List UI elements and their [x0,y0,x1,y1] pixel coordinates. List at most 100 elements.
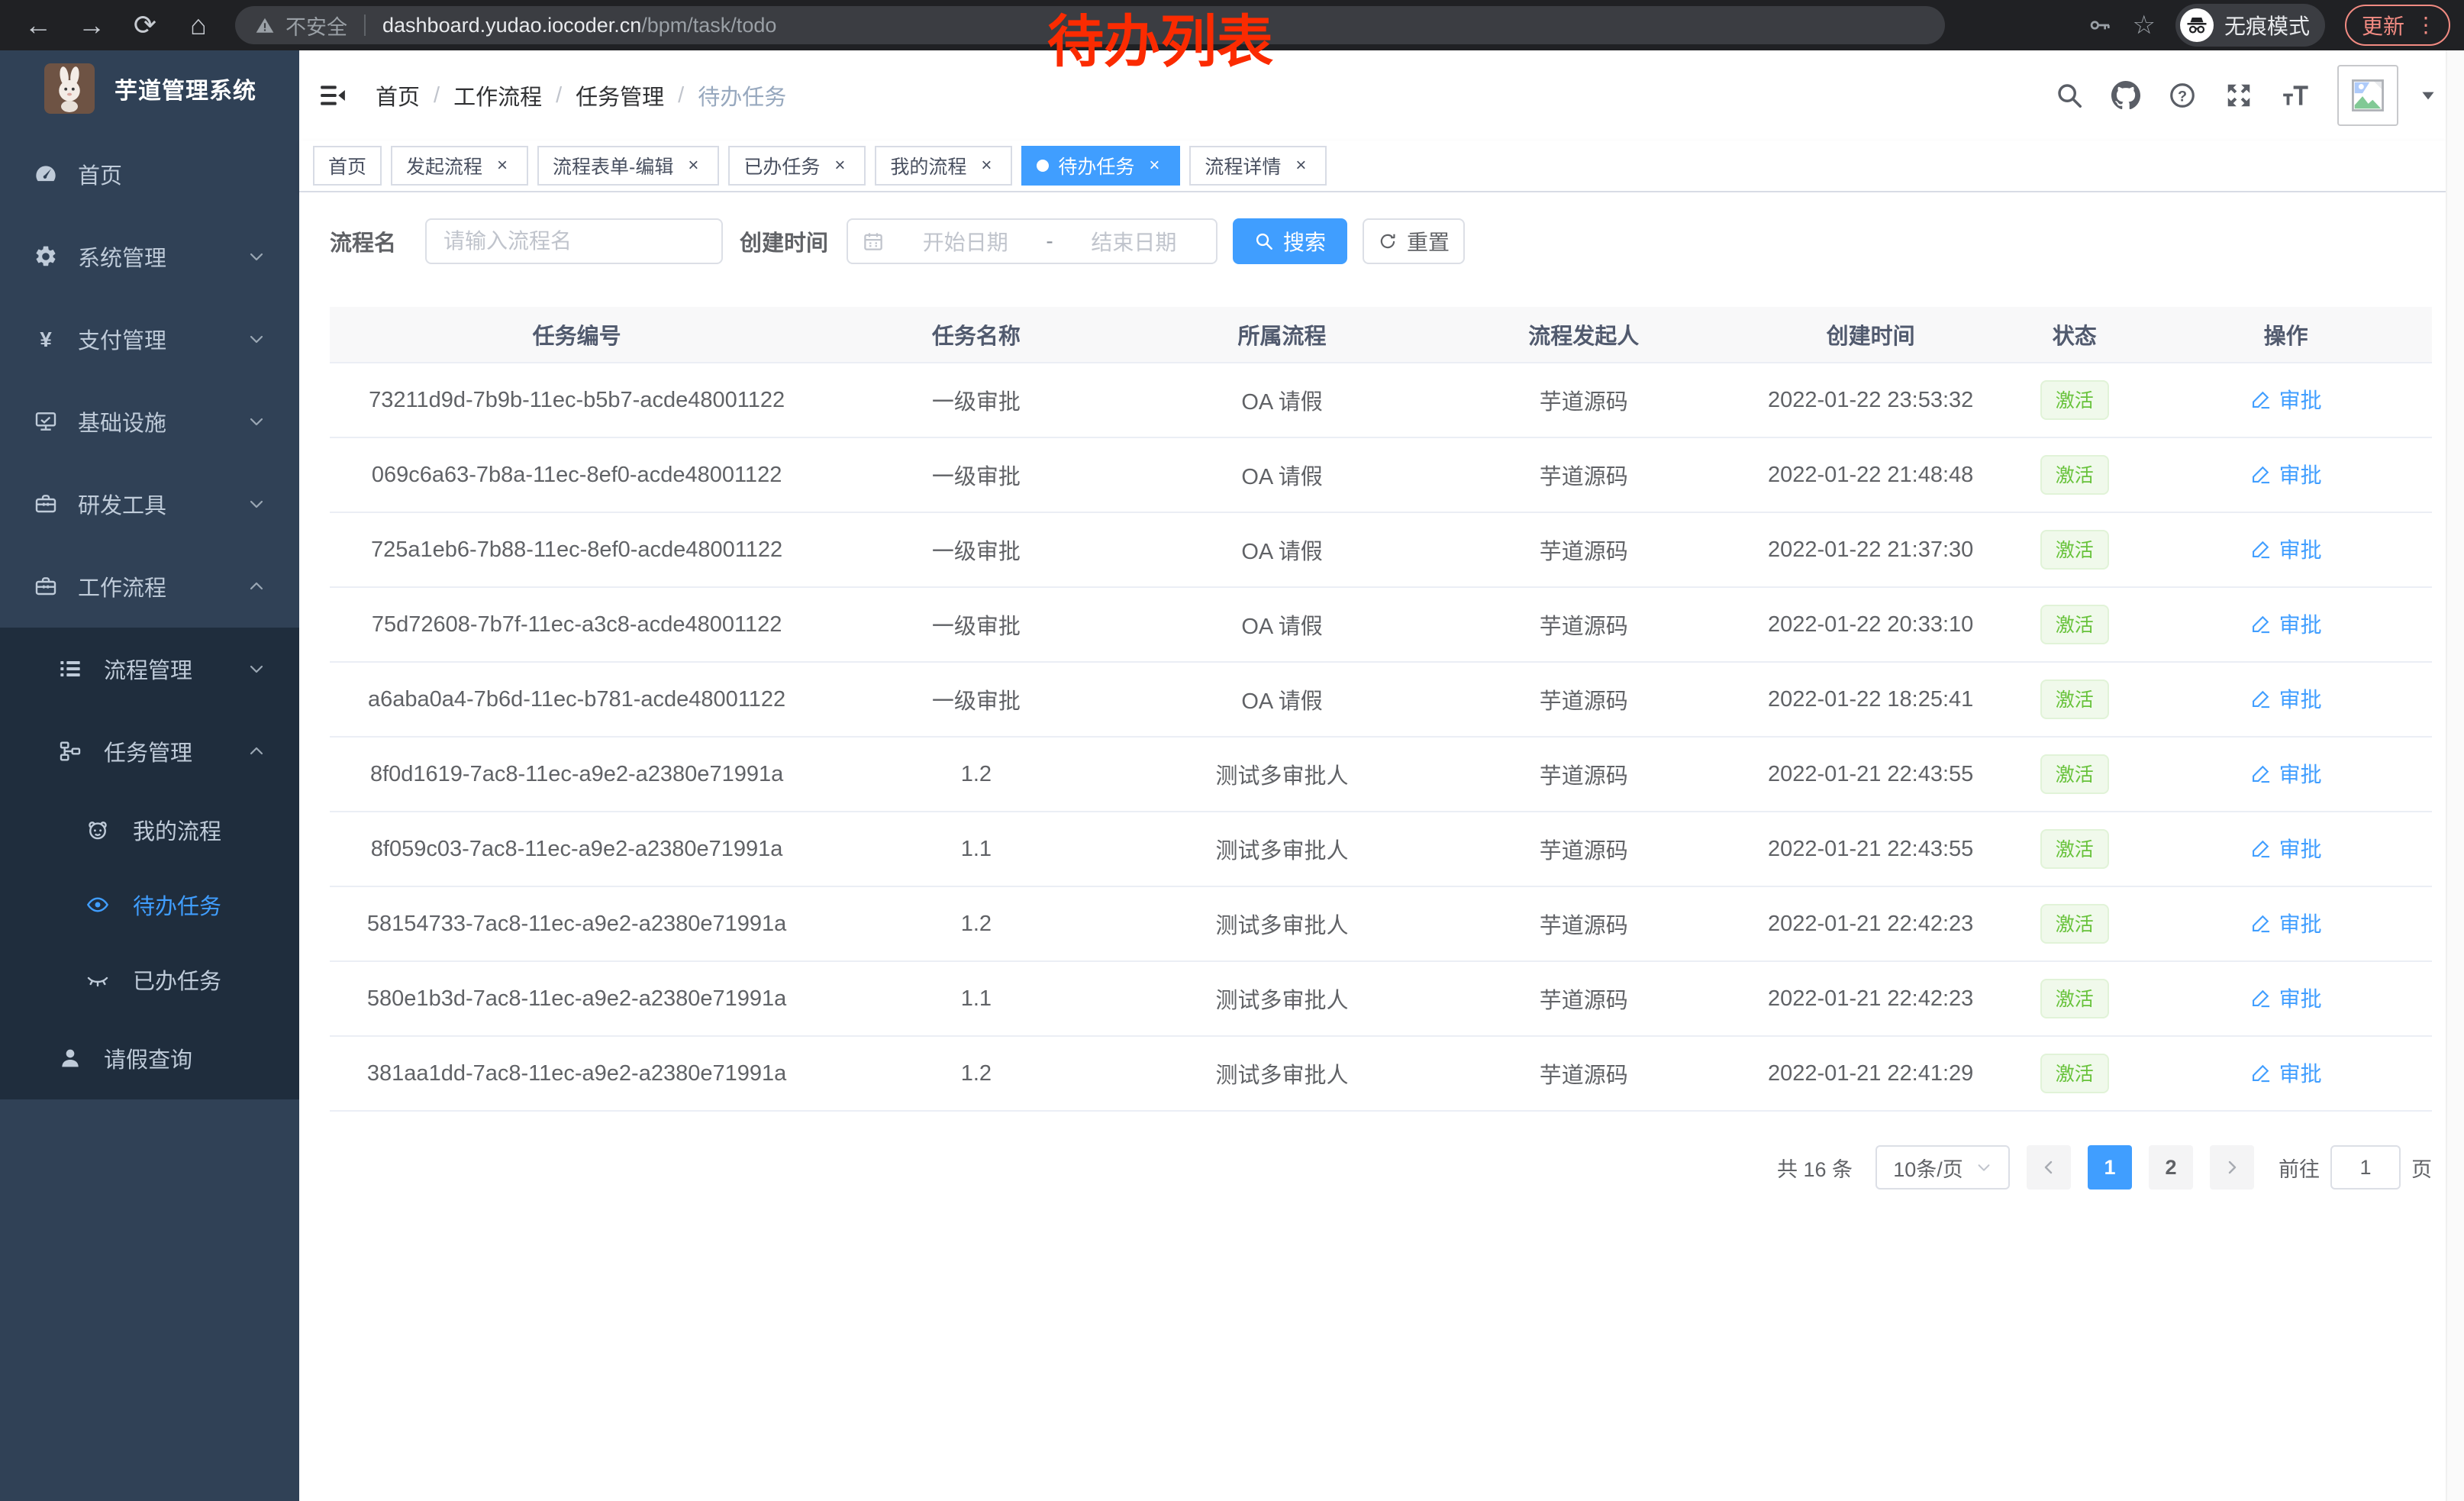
process-name-input[interactable] [425,218,723,264]
task-name: 一级审批 [824,662,1128,737]
incognito-badge: 无痕模式 [2175,4,2325,47]
tab[interactable]: 首页 [313,146,382,186]
approve-link[interactable]: 审批 [2250,983,2322,1013]
date-range-picker[interactable]: 开始日期 - 结束日期 [847,218,1217,264]
navbar: 首页 / 工作流程 / 任务管理 / 待办任务 [299,50,2464,140]
tab[interactable]: 已办任务 × [728,146,866,186]
sidebar-item[interactable]: 任务管理 [0,710,299,792]
approve-link[interactable]: 审批 [2250,1057,2322,1088]
chevron-icon [247,247,266,266]
help-icon[interactable] [2168,81,2197,110]
close-icon[interactable]: × [976,155,997,176]
process-name: OA 请假 [1129,662,1436,737]
page-size-select[interactable]: 10条/页 [1875,1145,2010,1190]
chevron-icon [247,742,266,760]
caret-down-icon[interactable] [2418,86,2438,105]
edit-icon [2250,613,2272,634]
avatar[interactable] [2337,65,2398,126]
tab[interactable]: 待办任务 × [1021,146,1180,186]
status-badge: 激活 [2040,829,2109,869]
search-icon[interactable] [2055,81,2084,110]
app-logo[interactable]: 芋道管理系统 [0,50,299,127]
font-size-icon[interactable] [2281,81,2310,110]
close-icon[interactable]: × [682,155,704,176]
incognito-icon [2180,8,2214,42]
process-name: 测试多审批人 [1129,737,1436,812]
sidebar-item[interactable]: 支付管理 [0,298,299,380]
status-badge: 激活 [2040,754,2109,794]
1.2: 58154733-7ac8-11ec-a9e2-a2380e71991a 1.2… [330,886,2432,961]
edit-icon [2250,688,2272,709]
key-icon[interactable] [2088,13,2112,37]
reload-icon[interactable]: ⟳ [130,11,160,39]
sidebar-item[interactable]: 我的流程 [0,792,299,867]
sidebar-item[interactable]: 流程管理 [0,628,299,710]
process-name: 测试多审批人 [1129,812,1436,886]
update-button[interactable]: 更新 ⋮ [2345,5,2450,46]
breadcrumb-item[interactable]: 首页 [376,79,420,111]
status-badge: 激活 [2040,904,2109,944]
tab[interactable]: 发起流程 × [391,146,528,186]
fold-icon[interactable] [316,81,350,110]
sidebar-item[interactable]: 基础设施 [0,380,299,463]
rabbit-avatar [44,63,95,114]
home-icon[interactable]: ⌂ [183,11,214,39]
approve-link[interactable]: 审批 [2250,908,2322,938]
create-time: 2022-01-21 22:42:23 [1732,961,2010,1036]
prev-page-button[interactable] [2027,1145,2071,1190]
create-time: 2022-01-22 20:33:10 [1732,587,2010,662]
create-time-label: 创建时间 [740,225,828,257]
create-time: 2022-01-22 21:37:30 [1732,512,2010,587]
breadcrumb-item[interactable]: 工作流程 [453,79,542,111]
approve-link[interactable]: 审批 [2250,534,2322,564]
search-button[interactable]: 搜索 [1233,218,1347,264]
approve-link[interactable]: 审批 [2250,459,2322,489]
page-number-button[interactable]: 1 [2088,1145,2132,1190]
approve-link[interactable]: 审批 [2250,384,2322,415]
breadcrumb-item[interactable]: 待办任务 [698,79,786,111]
status-badge: 激活 [2040,605,2109,644]
bookmark-star-icon[interactable]: ☆ [2132,12,2155,38]
user-icon [58,1046,82,1070]
kebab-menu-icon[interactable]: ⋮ [2415,15,2437,36]
incognito-icon [2185,14,2208,37]
next-page-button[interactable] [2210,1145,2254,1190]
tabs-bar: 首页 发起流程 × 流程表单-编辑 × 已办任务 [299,140,2464,192]
tab[interactable]: 流程表单-编辑 × [537,146,719,186]
sidebar-item[interactable]: 首页 [0,133,299,215]
sidebar-item[interactable]: 已办任务 [0,942,299,1017]
approve-link[interactable]: 审批 [2250,833,2322,863]
task-id: 8f0d1619-7ac8-11ec-a9e2-a2380e71991a [330,737,824,812]
sidebar-item[interactable]: 请假查询 [0,1017,299,1099]
sidebar-item[interactable]: 研发工具 [0,463,299,545]
forward-icon[interactable]: → [76,11,107,39]
breadcrumb-item[interactable]: 任务管理 [576,79,664,111]
back-icon[interactable]: ← [23,11,53,39]
approve-link[interactable]: 审批 [2250,758,2322,789]
page-number-button[interactable]: 2 [2149,1145,2193,1190]
close-icon[interactable]: × [1290,155,1311,176]
close-icon[interactable]: × [492,155,513,176]
1.2: 8f0d1619-7ac8-11ec-a9e2-a2380e71991a 1.2… [330,737,2432,812]
approve-link[interactable]: 审批 [2250,683,2322,714]
tab[interactable]: 我的流程 × [875,146,1012,186]
close-icon[interactable]: × [829,155,850,176]
sidebar-item[interactable]: 工作流程 [0,545,299,628]
task-tree-icon [58,739,82,763]
fullscreen-icon[interactable] [2224,81,2253,110]
approve-link[interactable]: 审批 [2250,608,2322,639]
github-icon[interactable] [2111,81,2140,110]
sidebar-item[interactable]: 待办任务 [0,867,299,942]
page-scrollbar[interactable] [2446,50,2464,1501]
reset-button[interactable]: 重置 [1363,218,1465,264]
process-starter: 芋道源码 [1436,662,1732,737]
tab[interactable]: 流程详情 × [1189,146,1327,186]
process-starter: 芋道源码 [1436,812,1732,886]
address-bar[interactable]: 不安全 dashboard.yudao.iocoder.cn/bpm/task/… [235,6,1945,44]
goto-page-input[interactable] [2330,1145,2401,1190]
close-icon[interactable]: × [1143,155,1165,176]
task-name: 1.1 [824,812,1128,886]
calendar-icon [862,230,885,253]
goto-suffix: 页 [2411,1153,2432,1183]
sidebar-item[interactable]: 系统管理 [0,215,299,298]
